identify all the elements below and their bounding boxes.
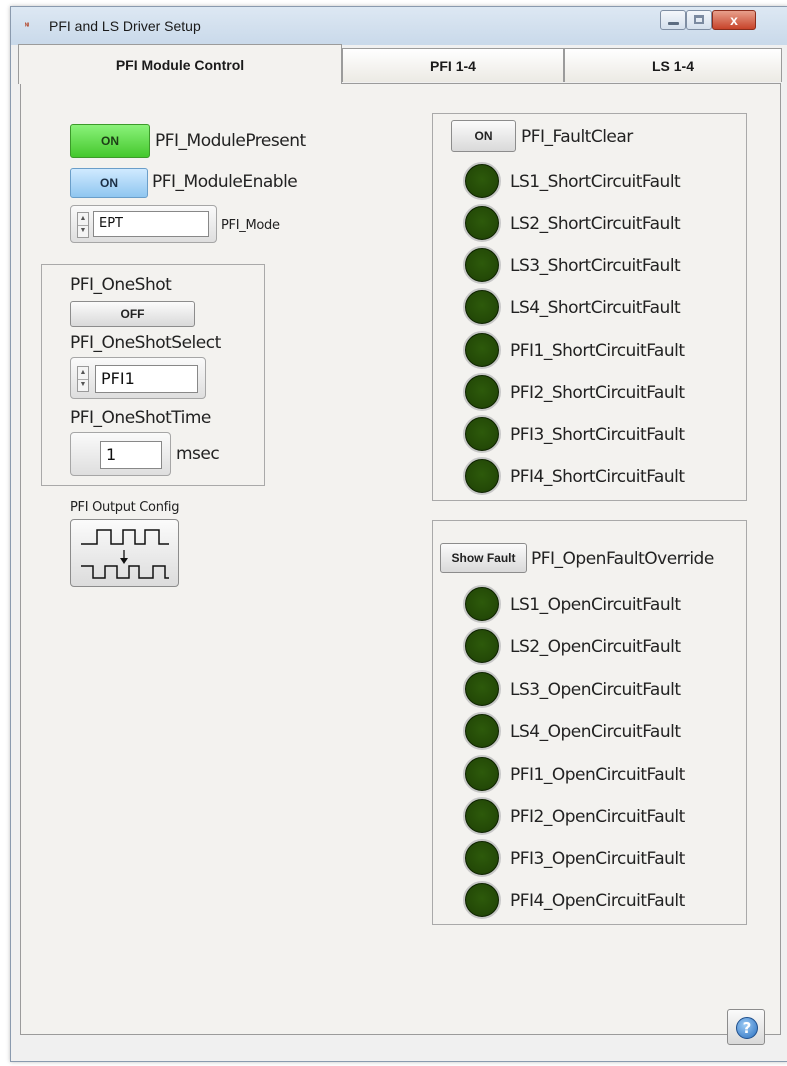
open-fault-label: PFI4_OpenCircuitFault [510, 891, 685, 911]
short-fault-label: LS4_ShortCircuitFault [510, 298, 681, 318]
led-indicator [463, 881, 501, 919]
open-fault-label: LS3_OpenCircuitFault [510, 680, 681, 700]
led-indicator [463, 755, 501, 793]
oneshot-button[interactable]: OFF [70, 301, 195, 327]
mode-spinner[interactable]: ▲ ▼ [77, 212, 89, 238]
led-indicator [463, 246, 501, 284]
short-fault-label: LS2_ShortCircuitFault [510, 214, 681, 234]
led-indicator [463, 457, 501, 495]
open-fault-label: PFI1_OpenCircuitFault [510, 765, 685, 785]
led-indicator [463, 712, 501, 750]
decrement-icon[interactable]: ▼ [78, 225, 88, 237]
short-fault-label: PFI1_ShortCircuitFault [510, 341, 685, 361]
open-fault-override-label: PFI_OpenFaultOverride [531, 549, 714, 569]
led-indicator [463, 839, 501, 877]
short-fault-label: PFI2_ShortCircuitFault [510, 383, 685, 403]
short-fault-label: LS3_ShortCircuitFault [510, 256, 681, 276]
oneshot-time-label: PFI_OneShotTime [70, 408, 211, 428]
pfi-mode-label: PFI_Mode [221, 218, 280, 233]
short-fault-label: PFI4_ShortCircuitFault [510, 467, 685, 487]
module-enable-label: PFI_ModuleEnable [152, 172, 298, 192]
close-button[interactable]: x [712, 10, 756, 30]
title-bar: ᴺᴵ PFI and LS Driver Setup x [11, 7, 787, 45]
led-indicator [463, 415, 501, 453]
decrement-icon[interactable]: ▼ [78, 379, 88, 391]
open-fault-label: LS1_OpenCircuitFault [510, 595, 681, 615]
oneshot-label: PFI_OneShot [70, 275, 172, 295]
show-fault-button[interactable]: Show Fault [440, 543, 527, 573]
output-config-label: PFI Output Config [70, 500, 180, 515]
window-title: PFI and LS Driver Setup [49, 18, 201, 34]
help-icon: ? [736, 1017, 758, 1039]
module-present-button[interactable]: ON [70, 124, 150, 158]
led-indicator [463, 204, 501, 242]
oneshot-time-control[interactable]: 1 [70, 432, 171, 476]
waveform-icon [81, 529, 169, 579]
tab-pfi-module-control[interactable]: PFI Module Control [18, 44, 342, 84]
app-icon: ᴺᴵ [25, 23, 30, 30]
minimize-icon [668, 22, 679, 25]
pfi-mode-value[interactable]: EPT [93, 211, 209, 237]
led-indicator [463, 162, 501, 200]
module-enable-button[interactable]: ON [70, 168, 148, 198]
oneshot-select-label: PFI_OneShotSelect [70, 333, 221, 353]
led-indicator [463, 627, 501, 665]
module-present-label: PFI_ModulePresent [155, 131, 306, 151]
close-icon: x [730, 12, 738, 28]
pfi-mode-ring[interactable]: ▲ ▼ EPT [70, 205, 217, 243]
oneshot-select-ring[interactable]: ▲ ▼ PFI1 [70, 357, 206, 399]
open-fault-label: LS2_OpenCircuitFault [510, 637, 681, 657]
minimize-button[interactable] [660, 10, 686, 30]
oneshot-time-value[interactable]: 1 [100, 441, 162, 469]
short-fault-label: PFI3_ShortCircuitFault [510, 425, 685, 445]
oneshot-select-value[interactable]: PFI1 [95, 365, 198, 393]
maximize-icon [694, 15, 704, 24]
oneshot-time-unit: msec [176, 444, 220, 464]
open-fault-label: LS4_OpenCircuitFault [510, 722, 681, 742]
led-indicator [463, 797, 501, 835]
tab-pfi-1-4[interactable]: PFI 1-4 [342, 48, 564, 82]
led-indicator [463, 373, 501, 411]
led-indicator [463, 331, 501, 369]
output-config-button[interactable] [70, 519, 179, 587]
led-indicator [463, 585, 501, 623]
tab-ls-1-4[interactable]: LS 1-4 [564, 48, 782, 82]
fault-clear-button[interactable]: ON [451, 120, 516, 152]
help-button[interactable]: ? [727, 1009, 765, 1045]
open-fault-label: PFI2_OpenCircuitFault [510, 807, 685, 827]
open-fault-label: PFI3_OpenCircuitFault [510, 849, 685, 869]
select-spinner[interactable]: ▲ ▼ [77, 366, 89, 392]
fault-clear-label: PFI_FaultClear [521, 127, 633, 147]
led-indicator [463, 670, 501, 708]
led-indicator [463, 288, 501, 326]
short-fault-label: LS1_ShortCircuitFault [510, 172, 681, 192]
maximize-button[interactable] [686, 10, 712, 30]
